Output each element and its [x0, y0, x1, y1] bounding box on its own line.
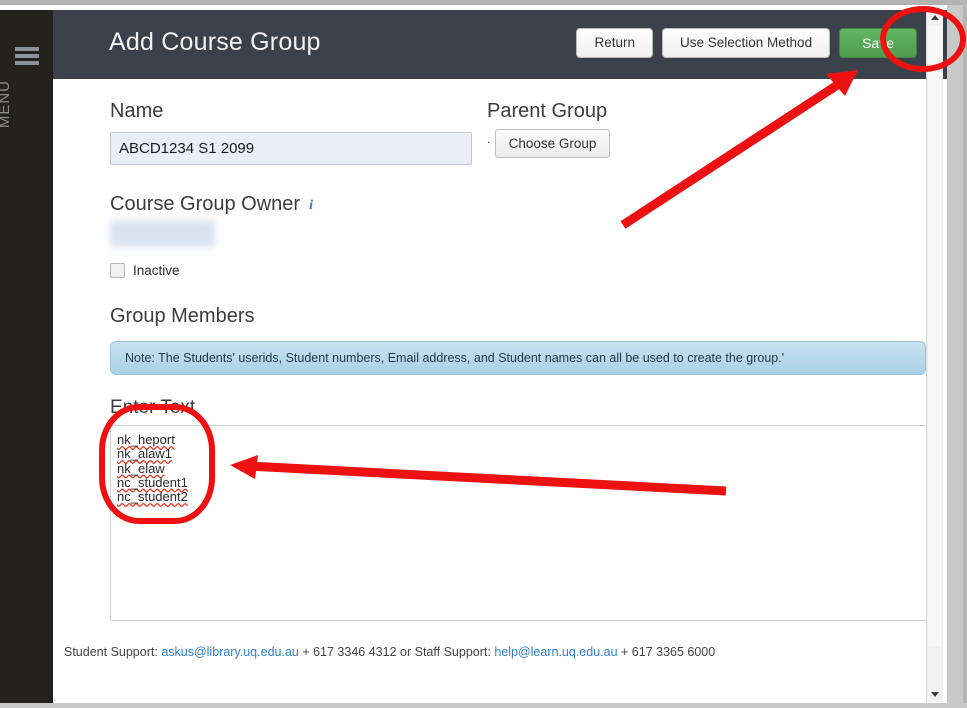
parent-group-field-group: Parent Group . Choose Group: [487, 100, 611, 158]
page-frame: MENU Add Course Group Return Use Selecti…: [0, 5, 947, 703]
inactive-checkbox[interactable]: [110, 263, 125, 278]
use-selection-method-button[interactable]: Use Selection Method: [662, 28, 831, 58]
parent-group-bullet: .: [487, 131, 491, 146]
page-header: Add Course Group Return Use Selection Me…: [53, 10, 947, 79]
member-entry: nk_alaw1: [117, 446, 172, 462]
course-group-owner-group: Course Group Owner i Inactive: [110, 193, 313, 278]
info-icon[interactable]: i: [309, 198, 313, 214]
footer-student-support-label: Student Support:: [64, 645, 158, 659]
choose-group-button[interactable]: Choose Group: [494, 129, 611, 158]
enter-text-area-wrapper: nk_heport nk_alaw1 nk_elaw nc_student1 nc_st…: [110, 425, 942, 621]
scroll-up-arrow[interactable]: [931, 15, 939, 20]
parent-group-label: Parent Group: [487, 100, 608, 122]
vertical-scrollbar[interactable]: [926, 10, 943, 702]
footer-student-support-phone: + 617 3346 4312: [302, 645, 397, 659]
footer-staff-support-phone: + 617 3365 6000: [621, 645, 716, 659]
enter-text-textarea[interactable]: nk_heport nk_alaw1 nk_elaw nc_student1 nc_st…: [110, 425, 942, 621]
member-entry: nk_heport: [117, 432, 175, 447]
group-members-section: Group Members Note: The Students' userid…: [110, 305, 942, 621]
hamburger-menu-icon[interactable]: [15, 47, 39, 68]
footer-staff-support-label: Staff Support:: [414, 645, 491, 659]
page-title: Add Course Group: [109, 28, 321, 56]
owner-heading-row: Course Group Owner i: [110, 193, 313, 216]
footer-student-support-email[interactable]: askus@library.uq.edu.au: [161, 645, 299, 659]
window-bottom-edge: [0, 703, 967, 708]
header-button-group: Return Use Selection Method Save: [576, 28, 917, 59]
scroll-down-arrow[interactable]: [931, 692, 939, 697]
name-input[interactable]: [110, 132, 472, 165]
footer-separator: or: [400, 645, 412, 659]
group-members-note: Note: The Students' userids, Student num…: [110, 341, 926, 375]
footer-staff-support-email[interactable]: help@learn.uq.edu.au: [494, 645, 617, 659]
parent-group-row: . Choose Group: [487, 129, 611, 158]
enter-text-label: Enter Text: [110, 397, 196, 418]
group-members-heading: Group Members: [110, 305, 255, 327]
footer: Student Support: askus@library.uq.edu.au…: [53, 645, 947, 674]
name-field-group: Name: [110, 100, 472, 165]
course-group-owner-value-redacted: [110, 220, 215, 247]
member-entry: nc_student1: [117, 474, 188, 490]
member-entry: nc_student2: [117, 489, 188, 505]
sidebar-menu-label[interactable]: MENU: [0, 80, 56, 128]
scrollbar-thumb[interactable]: [928, 26, 942, 646]
left-sidebar: MENU: [0, 10, 53, 703]
course-group-owner-label: Course Group Owner: [110, 193, 301, 215]
screenshot-root: MENU Add Course Group Return Use Selecti…: [0, 0, 967, 708]
inactive-checkbox-row[interactable]: Inactive: [110, 263, 313, 278]
member-entry: nk_elaw: [117, 460, 165, 476]
return-button[interactable]: Return: [576, 28, 653, 58]
page-content: Name Parent Group . Choose Group Course …: [53, 79, 947, 674]
name-label: Name: [110, 100, 164, 122]
save-button[interactable]: Save: [839, 28, 917, 59]
window-right-edge: [963, 0, 967, 708]
inactive-label: Inactive: [133, 263, 180, 278]
